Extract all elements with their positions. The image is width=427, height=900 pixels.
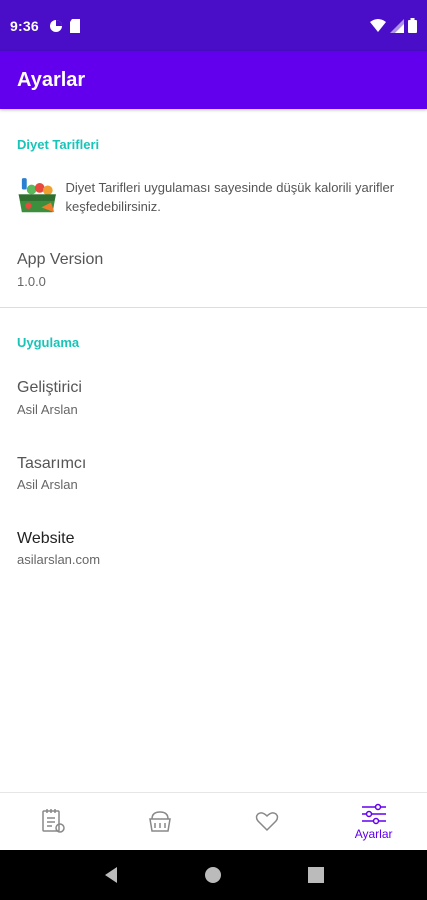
section-header-app: Uygulama <box>17 335 80 350</box>
developer-value: Asil Arslan <box>17 402 78 417</box>
section-header-diet: Diyet Tarifleri <box>17 137 100 152</box>
food-basket-icon <box>18 178 56 213</box>
bottom-navigation: Ayarlar <box>0 792 427 851</box>
battery-icon <box>408 18 417 33</box>
system-navigation-bar <box>0 850 427 900</box>
settings-sliders-icon <box>361 803 386 825</box>
nav-item-favorites[interactable] <box>214 793 321 851</box>
home-icon[interactable] <box>204 866 222 884</box>
status-time: 9:36 <box>10 17 39 34</box>
designer-title: Tasarımcı <box>17 455 87 472</box>
status-system-icons <box>370 18 417 33</box>
developer-title: Geliştirici <box>17 379 82 396</box>
status-bar: 9:36 <box>0 0 427 51</box>
food-basket-outline-icon <box>149 811 172 832</box>
app-version-value: 1.0.0 <box>17 274 46 289</box>
nav-item-recipes[interactable] <box>0 793 107 851</box>
status-notification-icons <box>49 18 81 33</box>
nav-item-settings[interactable]: Ayarlar <box>320 793 427 851</box>
page-title: Ayarlar <box>17 68 86 91</box>
recipe-list-icon <box>42 809 66 833</box>
website-value: asilarslan.com <box>17 552 101 567</box>
data-saver-icon <box>49 19 62 32</box>
nav-item-settings-label: Ayarlar <box>354 827 393 841</box>
signal-icon <box>390 18 404 33</box>
recents-icon[interactable] <box>307 866 325 884</box>
wifi-icon <box>370 18 386 32</box>
back-icon[interactable] <box>102 866 120 884</box>
website-title: Website <box>17 530 75 547</box>
about-preference[interactable]: Diyet Tarifleri uygulaması sayesinde düş… <box>17 172 412 220</box>
section-divider <box>0 307 427 308</box>
app-version-title: App Version <box>17 251 104 268</box>
heart-icon <box>255 812 279 832</box>
app-description: Diyet Tarifleri uygulaması sayesinde düş… <box>65 180 395 214</box>
nav-item-categories[interactable] <box>107 793 214 851</box>
designer-value: Asil Arslan <box>17 477 78 492</box>
sd-card-icon <box>69 18 80 33</box>
app-bar: Ayarlar <box>0 51 427 109</box>
